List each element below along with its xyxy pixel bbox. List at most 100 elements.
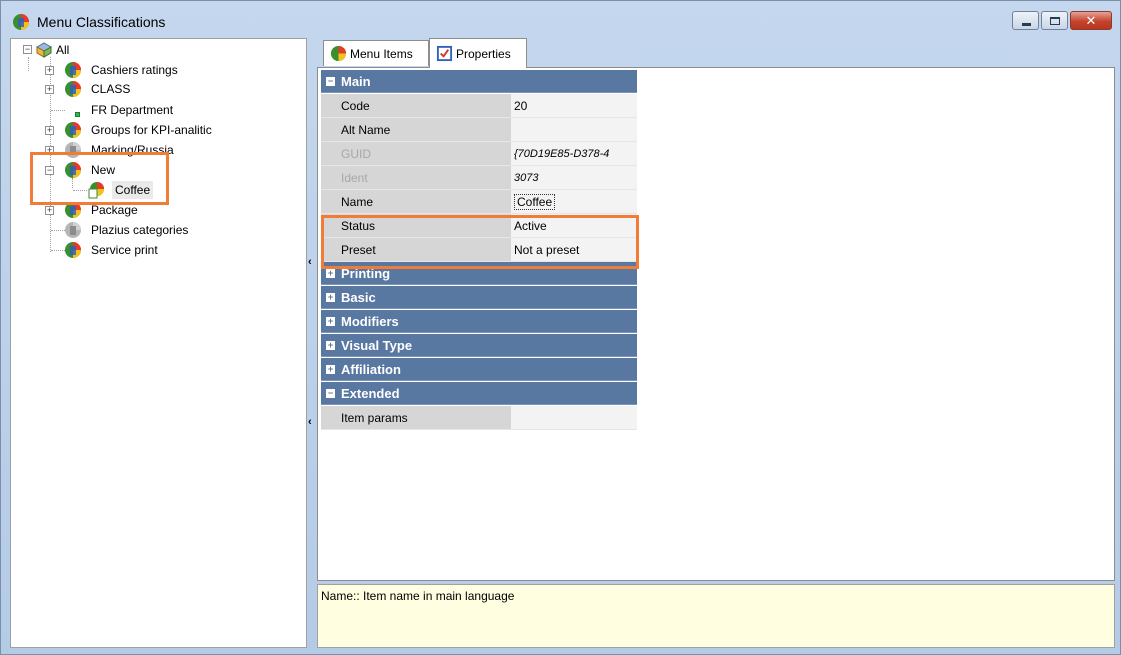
category-basic[interactable]: + Basic xyxy=(321,286,637,309)
menu-group-icon xyxy=(65,81,81,97)
expand-icon[interactable]: + xyxy=(45,206,54,215)
property-row-code[interactable]: Code 20 xyxy=(321,94,637,118)
property-value[interactable] xyxy=(511,118,637,142)
menu-group-disabled-icon xyxy=(65,222,81,238)
tab-menu-items[interactable]: Menu Items xyxy=(323,40,429,66)
chevron-left-icon[interactable]: ‹ xyxy=(308,416,312,428)
menu-group-icon xyxy=(65,162,81,178)
classification-tree-panel[interactable]: − All + Cashiers ratings + CLASS FR Depa… xyxy=(10,38,307,648)
menu-group-disabled-icon xyxy=(65,142,81,158)
property-row-item-params[interactable]: Item params xyxy=(321,406,637,430)
tab-label: Menu Items xyxy=(350,47,413,61)
property-row-status[interactable]: Status Active xyxy=(321,214,637,238)
tree-label: Plazius categories xyxy=(91,223,189,237)
tree-label: FR Department xyxy=(91,103,174,117)
property-value[interactable]: 20 xyxy=(511,94,637,118)
category-label: Main xyxy=(341,74,371,89)
tree-label: Package xyxy=(91,203,138,217)
expand-icon[interactable]: + xyxy=(326,341,335,350)
property-value[interactable]: Active xyxy=(511,214,637,238)
property-row-alt-name[interactable]: Alt Name xyxy=(321,118,637,142)
collapse-icon[interactable]: − xyxy=(326,77,335,86)
tree-label: Cashiers ratings xyxy=(91,63,178,77)
property-name: Code xyxy=(321,94,511,118)
tree-label: Service print xyxy=(91,243,158,257)
menu-group-icon xyxy=(65,242,81,258)
property-value-text[interactable]: Coffee xyxy=(514,194,556,210)
property-value[interactable]: Not a preset xyxy=(511,238,637,262)
property-row-name[interactable]: Name Coffee xyxy=(321,190,637,214)
category-label: Printing xyxy=(341,266,391,281)
collapse-icon[interactable]: − xyxy=(326,389,335,398)
property-name: Status xyxy=(321,214,511,238)
category-label: Visual Type xyxy=(341,338,413,353)
close-icon: ✕ xyxy=(1085,13,1097,28)
window-title: Menu Classifications xyxy=(37,14,166,30)
category-main[interactable]: − Main xyxy=(321,70,637,93)
details-panel: Menu Items Properties − Main Code 20 Alt… xyxy=(317,38,1115,648)
expand-icon[interactable]: + xyxy=(326,365,335,374)
expand-icon[interactable]: + xyxy=(45,85,54,94)
property-name: Alt Name xyxy=(321,118,511,142)
expand-icon[interactable]: + xyxy=(326,317,335,326)
category-label: Basic xyxy=(341,290,376,305)
menu-items-icon xyxy=(330,45,347,62)
tab-bar: Menu Items Properties xyxy=(317,38,1115,68)
property-name: GUID xyxy=(321,142,511,166)
collapse-icon[interactable]: − xyxy=(23,45,32,54)
close-button[interactable]: ✕ xyxy=(1070,11,1112,30)
tree-label: Marking/Russia xyxy=(91,143,174,157)
expand-icon[interactable]: + xyxy=(326,293,335,302)
folder-all-icon xyxy=(35,42,53,58)
property-row-preset[interactable]: Preset Not a preset xyxy=(321,238,637,262)
tab-properties[interactable]: Properties xyxy=(429,38,527,68)
leaf-icon xyxy=(75,112,80,117)
property-row-guid[interactable]: GUID {70D19E85-D378-4 xyxy=(321,142,637,166)
expand-icon[interactable]: + xyxy=(45,146,54,155)
properties-icon xyxy=(436,45,453,62)
window-controls: ✕ xyxy=(1012,11,1112,30)
category-printing[interactable]: + Printing xyxy=(321,262,637,285)
maximize-icon xyxy=(1050,17,1060,25)
description-text: Name:: Item name in main language xyxy=(321,589,515,603)
menu-item-icon xyxy=(88,182,104,199)
expand-icon[interactable]: + xyxy=(45,126,54,135)
category-modifiers[interactable]: + Modifiers xyxy=(321,310,637,333)
property-value: {70D19E85-D378-4 xyxy=(511,142,637,166)
tree-label: Coffee xyxy=(112,181,154,199)
properties-grid-container[interactable]: − Main Code 20 Alt Name GUID {70D19E85-D… xyxy=(317,67,1115,581)
expand-icon[interactable]: + xyxy=(326,269,335,278)
category-label: Modifiers xyxy=(341,314,399,329)
menu-group-icon xyxy=(65,62,81,78)
menu-group-icon xyxy=(65,202,81,218)
category-visual-type[interactable]: + Visual Type xyxy=(321,334,637,357)
category-label: Affiliation xyxy=(341,362,401,377)
property-value[interactable] xyxy=(511,406,637,430)
app-icon xyxy=(13,14,29,30)
tree-label: New xyxy=(91,163,116,177)
menu-group-icon xyxy=(65,122,81,138)
category-extended[interactable]: − Extended xyxy=(321,382,637,405)
property-name: Item params xyxy=(321,406,511,430)
minimize-button[interactable] xyxy=(1012,11,1039,30)
tree-label: Groups for KPI-analitic xyxy=(91,123,212,137)
expand-icon[interactable]: + xyxy=(45,66,54,75)
chevron-left-icon[interactable]: ‹ xyxy=(308,256,312,268)
title-bar[interactable]: Menu Classifications ✕ xyxy=(1,1,1120,37)
maximize-button[interactable] xyxy=(1041,11,1068,30)
property-name: Ident xyxy=(321,166,511,190)
category-affiliation[interactable]: + Affiliation xyxy=(321,358,637,381)
panel-splitter[interactable]: ‹ ‹ xyxy=(307,38,317,648)
app-window: Menu Classifications ✕ − All + Cashiers … xyxy=(0,0,1121,655)
property-name: Preset xyxy=(321,238,511,262)
property-description: Name:: Item name in main language xyxy=(317,584,1115,648)
property-value: 3073 xyxy=(511,166,637,190)
category-label: Extended xyxy=(341,386,400,401)
property-value[interactable]: Coffee xyxy=(511,190,637,214)
minimize-icon xyxy=(1022,23,1031,26)
tree-label: CLASS xyxy=(91,82,131,96)
property-name: Name xyxy=(321,190,511,214)
collapse-icon[interactable]: − xyxy=(45,166,54,175)
property-row-ident[interactable]: Ident 3073 xyxy=(321,166,637,190)
tab-label: Properties xyxy=(456,47,511,61)
